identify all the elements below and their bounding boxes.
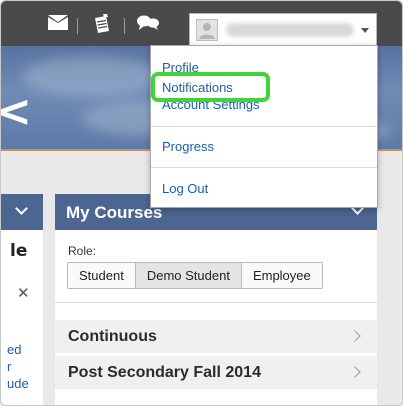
menu-item-log-out[interactable]: Log Out [162, 181, 208, 196]
mail-icon[interactable] [47, 13, 71, 35]
left-widget-link[interactable]: ude [7, 375, 29, 392]
role-button-student[interactable]: Student [68, 263, 136, 288]
my-courses-widget: My Courses Role: Student Demo Student Em… [55, 194, 377, 405]
close-icon[interactable]: ✕ [17, 284, 30, 302]
role-selector: Student Demo Student Employee [67, 262, 323, 289]
screenshot-frame: < le ✕ ed r ude My Courses Role: Student… [0, 0, 403, 406]
left-widget-header [1, 194, 43, 230]
avatar [196, 19, 218, 41]
my-courses-title: My Courses [66, 203, 163, 222]
course-row[interactable]: Post Secondary Fall 2014 [55, 356, 377, 390]
chevron-down-icon[interactable] [15, 202, 28, 215]
left-widget-title: le [10, 241, 28, 261]
divider [55, 302, 377, 303]
nav-separator [124, 18, 125, 34]
chat-icon[interactable] [136, 13, 160, 35]
role-button-demo-student[interactable]: Demo Student [135, 263, 242, 288]
menu-separator [151, 126, 377, 127]
menu-item-progress[interactable]: Progress [162, 139, 214, 154]
role-label: Role: [68, 244, 97, 258]
notifications-highlight [151, 72, 270, 102]
course-name: Post Secondary Fall 2014 [68, 364, 261, 381]
banner-logo-fragment: < [1, 86, 32, 137]
top-navbar [1, 1, 402, 46]
left-widget-link[interactable]: ed [7, 341, 21, 358]
menu-separator [151, 167, 377, 168]
user-menu-button[interactable] [189, 13, 377, 46]
left-widget: le ✕ ed r ude [1, 194, 43, 405]
left-widget-link[interactable]: r [7, 358, 11, 375]
notepad-icon[interactable] [91, 13, 115, 35]
chevron-right-icon [349, 330, 361, 342]
chevron-down-icon [361, 28, 369, 33]
nav-separator [77, 18, 78, 34]
user-dropdown-menu: Profile Notifications Account Settings P… [150, 45, 378, 208]
course-row[interactable]: Continuous [55, 320, 377, 354]
chevron-right-icon [349, 366, 361, 378]
role-button-employee[interactable]: Employee [241, 263, 322, 288]
course-name: Continuous [68, 328, 157, 345]
user-name-redacted [226, 23, 354, 37]
